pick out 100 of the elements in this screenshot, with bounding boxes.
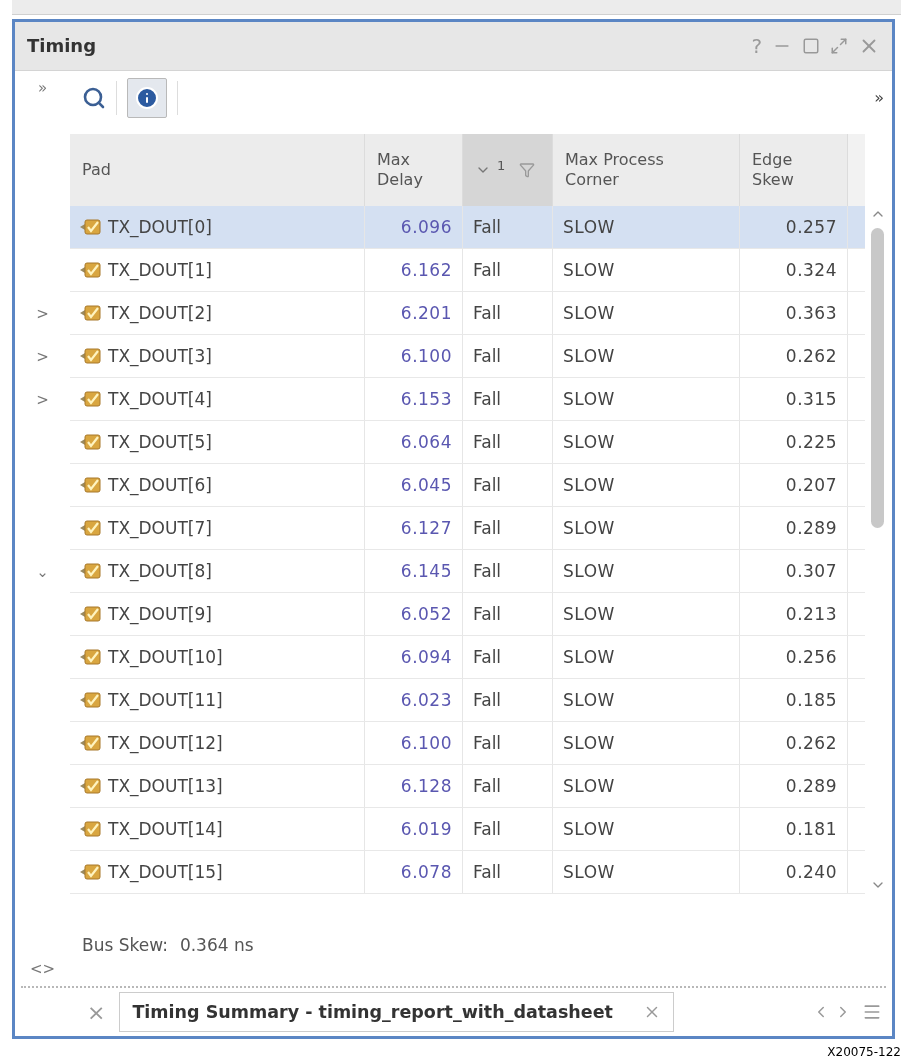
table-cell: 0.262 (740, 722, 848, 765)
table-cell: 0.181 (740, 808, 848, 851)
table-cell: 0.307 (740, 550, 848, 593)
table-cell: SLOW (553, 636, 740, 679)
table-cell: 6.078 (365, 851, 463, 894)
table-row[interactable]: TX_DOUT[3] 6.100 Fall SLOW 0.262 (70, 335, 865, 379)
table-cell: SLOW (553, 851, 740, 894)
table-cell: Fall (463, 292, 553, 335)
row-marker[interactable]: > (36, 347, 49, 366)
search-icon[interactable] (82, 85, 106, 110)
table-cell: TX_DOUT[15] (70, 851, 365, 894)
table-row[interactable]: TX_DOUT[6] 6.045 Fall SLOW 0.207 (70, 464, 865, 508)
table-cell: 6.162 (365, 249, 463, 292)
table-cell: Fall (463, 206, 553, 249)
table-row[interactable]: TX_DOUT[0] 6.096 Fall SLOW 0.257 (70, 206, 865, 250)
table-cell: 0.207 (740, 464, 848, 507)
pad-icon (80, 519, 102, 538)
table-cell: Fall (463, 808, 553, 851)
table-cell: TX_DOUT[10] (70, 636, 365, 679)
table-cell: 6.100 (365, 335, 463, 378)
table-cell: SLOW (553, 206, 740, 249)
table-row[interactable]: TX_DOUT[13] 6.128 Fall SLOW 0.289 (70, 765, 865, 809)
table-cell: 6.145 (365, 550, 463, 593)
table-cell: Fall (463, 421, 553, 464)
table-cell: 6.045 (365, 464, 463, 507)
table-cell: 0.289 (740, 507, 848, 550)
table-cell: Fall (463, 722, 553, 765)
table-cell: SLOW (553, 249, 740, 292)
table-cell: TX_DOUT[5] (70, 421, 365, 464)
pad-icon (80, 218, 102, 237)
table-cell: 0.324 (740, 249, 848, 292)
summary-label: Bus Skew: (82, 935, 168, 956)
table-cell: TX_DOUT[7] (70, 507, 365, 550)
table-cell: SLOW (553, 464, 740, 507)
table-cell: TX_DOUT[2] (70, 292, 365, 335)
table-row[interactable]: TX_DOUT[10] 6.094 Fall SLOW 0.256 (70, 636, 865, 680)
info-button[interactable] (127, 77, 167, 118)
scroll-thumb[interactable] (871, 228, 884, 529)
overflow-button[interactable]: » (874, 88, 884, 108)
table-cell: TX_DOUT[3] (70, 335, 365, 378)
table-cell: SLOW (553, 679, 740, 722)
table-cell: 0.240 (740, 851, 848, 894)
maximize-icon[interactable] (802, 36, 820, 55)
table-row[interactable]: TX_DOUT[5] 6.064 Fall SLOW 0.225 (70, 421, 865, 465)
table-row[interactable]: TX_DOUT[8] 6.145 Fall SLOW 0.307 (70, 550, 865, 594)
table-row[interactable]: TX_DOUT[15] 6.078 Fall SLOW 0.240 (70, 851, 865, 895)
table-cell: Fall (463, 679, 553, 722)
table-cell: TX_DOUT[0] (70, 206, 365, 249)
table-cell: TX_DOUT[14] (70, 808, 365, 851)
row-marker[interactable]: > (36, 390, 49, 409)
pad-icon (80, 820, 102, 839)
table-cell: 6.052 (365, 593, 463, 636)
table-row[interactable]: TX_DOUT[7] 6.127 Fall SLOW 0.289 (70, 507, 865, 551)
table-cell: TX_DOUT[1] (70, 249, 365, 292)
table-cell: Fall (463, 636, 553, 679)
table-cell: SLOW (553, 335, 740, 378)
pad-icon (80, 304, 102, 323)
table-cell: SLOW (553, 421, 740, 464)
table-cell: SLOW (553, 378, 740, 421)
tab[interactable]: Timing Summary - timing_report_with_datasheet (119, 992, 674, 1033)
collapse-marker[interactable]: <> (29, 960, 56, 979)
pad-icon (80, 347, 102, 366)
table-cell: 6.019 (365, 808, 463, 851)
table-cell: SLOW (553, 292, 740, 335)
pad-icon (80, 691, 102, 710)
table-cell: 6.127 (365, 507, 463, 550)
table-cell: SLOW (553, 507, 740, 550)
table-row[interactable]: TX_DOUT[2] 6.201 Fall SLOW 0.363 (70, 292, 865, 336)
table-cell: TX_DOUT[8] (70, 550, 365, 593)
table-cell: 6.201 (365, 292, 463, 335)
table-cell: TX_DOUT[9] (70, 593, 365, 636)
pad-icon (80, 476, 102, 495)
expand-marker[interactable]: » (37, 78, 48, 97)
table-cell: Fall (463, 851, 553, 894)
table-cell: 0.213 (740, 593, 848, 636)
table-row[interactable]: TX_DOUT[1] 6.162 Fall SLOW 0.324 (70, 249, 865, 293)
table-row[interactable]: TX_DOUT[11] 6.023 Fall SLOW 0.185 (70, 679, 865, 723)
pad-icon (80, 261, 102, 280)
pad-icon (80, 734, 102, 753)
table-row[interactable]: TX_DOUT[14] 6.019 Fall SLOW 0.181 (70, 808, 865, 852)
row-marker[interactable]: ⌄ (36, 562, 49, 581)
table-cell: 0.262 (740, 335, 848, 378)
info-icon (135, 85, 159, 110)
filter-icon[interactable] (519, 162, 536, 179)
pad-icon (80, 648, 102, 667)
table-cell: 0.185 (740, 679, 848, 722)
table-cell: SLOW (553, 593, 740, 636)
table-cell: Fall (463, 765, 553, 808)
table-row[interactable]: TX_DOUT[9] 6.052 Fall SLOW 0.213 (70, 593, 865, 637)
pad-icon (80, 562, 102, 581)
table-cell: 6.100 (365, 722, 463, 765)
table-row[interactable]: TX_DOUT[12] 6.100 Fall SLOW 0.262 (70, 722, 865, 766)
table-cell: 6.153 (365, 378, 463, 421)
table-cell: Fall (463, 335, 553, 378)
row-marker[interactable]: > (36, 304, 49, 323)
table-cell: TX_DOUT[4] (70, 378, 365, 421)
table-row[interactable]: TX_DOUT[4] 6.153 Fall SLOW 0.315 (70, 378, 865, 422)
summary-value: 0.364 ns (179, 935, 254, 956)
column-header[interactable]: 1 (463, 134, 553, 207)
float-icon[interactable] (830, 36, 848, 55)
